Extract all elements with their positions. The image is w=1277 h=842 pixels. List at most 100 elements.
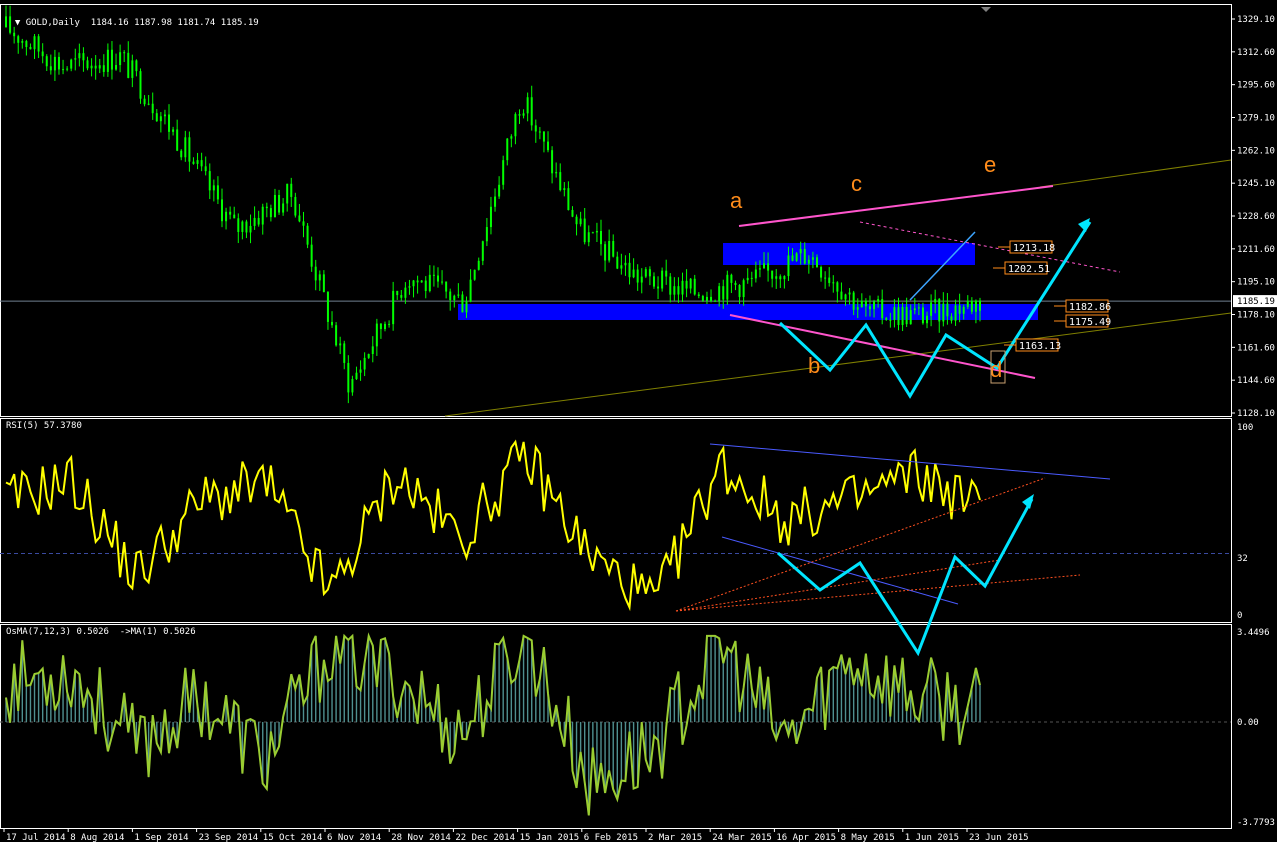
candle-body	[294, 196, 297, 216]
candle-body	[856, 307, 859, 310]
candle-body	[648, 269, 651, 277]
candle-body	[261, 206, 264, 225]
candle-body	[306, 225, 309, 245]
candle-body	[412, 280, 415, 287]
price-tick-label: 1228.60	[1237, 212, 1275, 222]
candle-body	[388, 323, 391, 325]
price-tick-label: 1279.10	[1237, 114, 1275, 124]
osma-label: OsMA(7,12,3) 0.5026 ->MA(1) 0.5026	[6, 627, 196, 637]
candle-body	[237, 218, 240, 232]
candle-body	[25, 41, 28, 48]
candle-body	[599, 231, 602, 245]
candle-body	[428, 274, 431, 292]
candle-body	[677, 286, 680, 295]
chart-area[interactable]: 1329.10 1312.60 1295.60 1279.10 1262.10 1245.…	[0, 0, 1277, 842]
price-tick-label: 1128.10	[1237, 409, 1275, 419]
candle-body	[828, 277, 831, 283]
candle-body	[494, 196, 497, 207]
candle-body	[110, 49, 113, 70]
candle-body	[143, 98, 146, 105]
candle-body	[909, 310, 912, 325]
candle-body	[106, 49, 109, 72]
candle-body	[379, 323, 382, 330]
price-tick-label: 1312.60	[1237, 48, 1275, 58]
candle-body	[742, 280, 745, 298]
candle-body	[351, 379, 354, 393]
candle-body	[791, 255, 794, 261]
candle-body	[522, 113, 525, 116]
candle-body	[905, 306, 908, 325]
candle-body	[954, 305, 957, 321]
candle-body	[506, 138, 509, 161]
candle-body	[881, 299, 884, 319]
candle-body	[453, 295, 456, 301]
candle-body	[958, 305, 961, 314]
candle-body	[730, 274, 733, 283]
candle-body	[567, 188, 570, 211]
candle-body	[526, 97, 529, 114]
candle-body	[754, 269, 757, 279]
date-tick-label: 8 May 2015	[841, 833, 895, 842]
candle-body	[962, 306, 965, 314]
candle-body	[33, 36, 36, 50]
candle-body	[665, 270, 668, 277]
candle-body	[628, 262, 631, 278]
candle-body	[375, 323, 378, 347]
price-candles	[5, 5, 981, 404]
candle-body	[758, 268, 761, 270]
candle-body	[188, 137, 191, 162]
candle-body	[807, 259, 810, 264]
candle-body	[310, 244, 313, 267]
candle-body	[767, 263, 770, 271]
date-tick-label: 1 Jun 2015	[905, 833, 959, 842]
candle-body	[131, 60, 134, 78]
candle-body	[840, 291, 843, 300]
rsi-panel-frame	[0, 418, 1232, 623]
candle-body	[583, 218, 586, 243]
rsi-tick-label: 0	[1237, 611, 1242, 621]
candle-body	[689, 278, 692, 289]
candle-body	[934, 298, 937, 303]
candle-body	[661, 270, 664, 289]
level-label: 1202.51	[1008, 264, 1050, 275]
candle-body	[693, 278, 696, 295]
date-tick-label: 23 Jun 2015	[969, 833, 1029, 842]
symbol-label: GOLD,Daily	[25, 18, 80, 28]
candle-body	[70, 59, 73, 69]
candle-body	[620, 265, 623, 269]
candle-body	[302, 221, 305, 226]
date-tick-label: 15 Oct 2014	[263, 833, 323, 842]
candle-body	[873, 301, 876, 310]
resistance-trendline	[1039, 159, 1232, 188]
candle-body	[559, 172, 562, 191]
wave-label-a: a	[730, 188, 743, 213]
candle-body	[652, 276, 655, 287]
osma-signal-line	[5, 632, 981, 816]
menu-triangle-icon[interactable]: ▼	[15, 18, 20, 28]
candle-body	[400, 295, 403, 298]
rsi-upper-trendline	[709, 443, 1111, 480]
candle-body	[192, 161, 195, 164]
date-tick-label: 6 Nov 2014	[327, 833, 381, 842]
rsi-label: RSI(5) 57.3780	[6, 421, 82, 431]
candle-body	[669, 276, 672, 295]
candle-body	[273, 194, 276, 218]
candle-body	[37, 36, 40, 52]
candle-body	[172, 129, 175, 132]
candle-body	[13, 32, 16, 37]
candle-body	[371, 346, 374, 355]
candle-body	[815, 257, 818, 268]
candle-body	[820, 267, 823, 278]
price-tick-label: 1245.10	[1237, 179, 1275, 189]
candle-body	[200, 160, 203, 167]
candle-body	[640, 276, 643, 283]
date-tick-label: 8 Aug 2014	[70, 833, 124, 842]
candle-body	[343, 343, 346, 363]
candle-body	[147, 103, 150, 105]
candle-body	[673, 286, 676, 295]
date-tick-label: 15 Jan 2015	[520, 833, 580, 842]
candle-body	[282, 203, 285, 213]
candle-body	[196, 160, 199, 164]
candle-body	[212, 185, 215, 191]
candle-body	[518, 114, 521, 116]
